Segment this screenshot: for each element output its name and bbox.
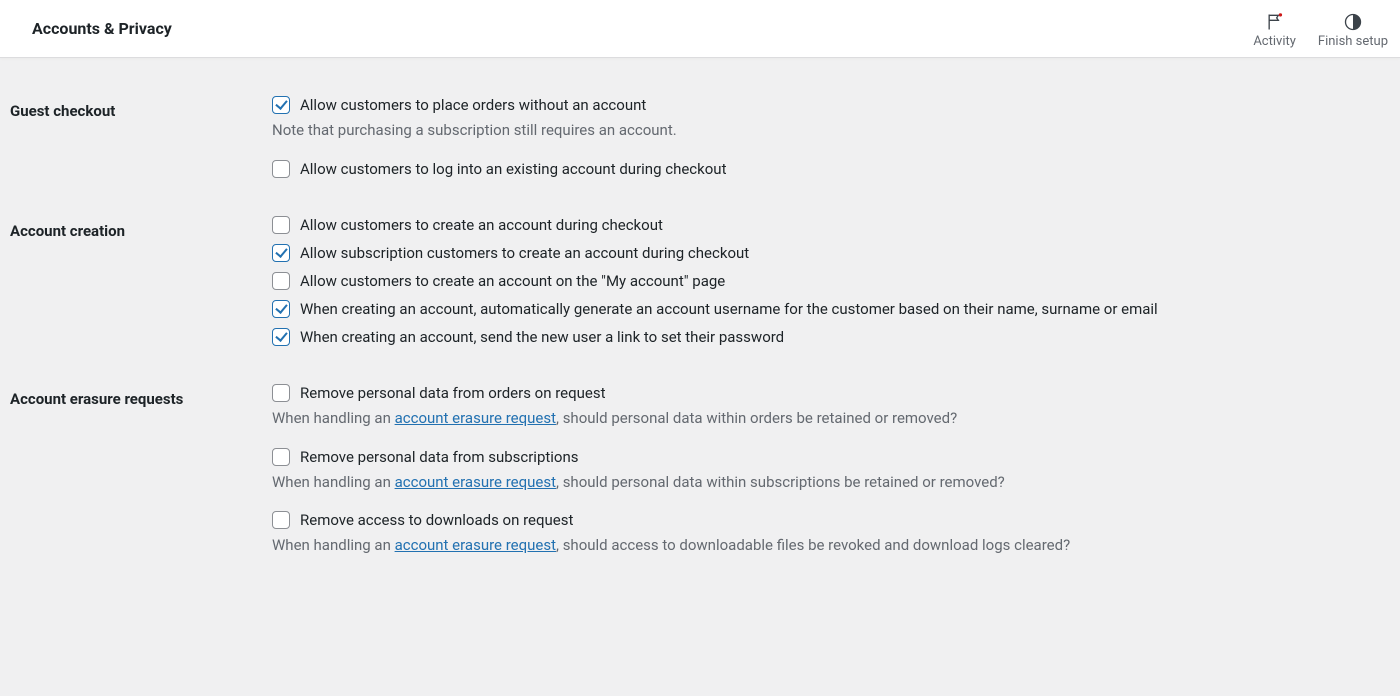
field-create-on-my-account: Allow customers to create an account on … bbox=[272, 272, 1368, 290]
field-allow-no-account: Allow customers to place orders without … bbox=[272, 96, 1368, 142]
checkbox-label[interactable]: When creating an account, automatically … bbox=[300, 300, 1158, 318]
section-title: Account creation bbox=[10, 216, 272, 240]
checkbox-label[interactable]: Remove personal data from subscriptions bbox=[300, 448, 579, 466]
erasure-request-link[interactable]: account erasure request bbox=[395, 536, 556, 554]
checkbox-remove-orders[interactable] bbox=[272, 384, 290, 402]
contrast-circle-icon bbox=[1343, 12, 1363, 32]
checkbox-allow-login-checkout[interactable] bbox=[272, 160, 290, 178]
topbar-actions: Activity Finish setup bbox=[1253, 8, 1388, 49]
checkbox-label[interactable]: When creating an account, send the new u… bbox=[300, 328, 784, 346]
checkbox-label[interactable]: Allow subscription customers to create a… bbox=[300, 244, 749, 262]
section-guest-checkout: Guest checkout Allow customers to place … bbox=[10, 68, 1368, 188]
finish-setup-label: Finish setup bbox=[1318, 34, 1388, 49]
field-allow-login-checkout: Allow customers to log into an existing … bbox=[272, 160, 1368, 178]
page-title: Accounts & Privacy bbox=[32, 19, 172, 38]
checkbox-remove-subs[interactable] bbox=[272, 448, 290, 466]
checkbox-label[interactable]: Allow customers to log into an existing … bbox=[300, 160, 726, 178]
field-create-during-checkout: Allow customers to create an account dur… bbox=[272, 216, 1368, 234]
activity-label: Activity bbox=[1253, 34, 1296, 49]
field-description: When handling an account erasure request… bbox=[272, 472, 1368, 494]
checkbox-auto-username[interactable] bbox=[272, 300, 290, 318]
checkbox-label[interactable]: Allow customers to place orders without … bbox=[300, 96, 646, 114]
field-description: When handling an account erasure request… bbox=[272, 408, 1368, 430]
flag-icon bbox=[1265, 12, 1285, 32]
checkbox-label[interactable]: Allow customers to create an account on … bbox=[300, 272, 725, 290]
section-account-creation: Account creation Allow customers to crea… bbox=[10, 188, 1368, 356]
checkbox-label[interactable]: Remove access to downloads on request bbox=[300, 511, 573, 529]
erasure-request-link[interactable]: account erasure request bbox=[395, 409, 556, 427]
checkbox-create-on-my-account[interactable] bbox=[272, 272, 290, 290]
field-remove-subs: Remove personal data from subscriptions … bbox=[272, 448, 1368, 494]
erasure-request-link[interactable]: account erasure request bbox=[395, 473, 556, 491]
checkbox-remove-downloads[interactable] bbox=[272, 511, 290, 529]
section-account-erasure: Account erasure requests Remove personal… bbox=[10, 356, 1368, 575]
checkbox-create-during-checkout[interactable] bbox=[272, 216, 290, 234]
activity-button[interactable]: Activity bbox=[1253, 12, 1296, 49]
field-note: Note that purchasing a subscription stil… bbox=[272, 120, 1368, 142]
checkbox-label[interactable]: Remove personal data from orders on requ… bbox=[300, 384, 606, 402]
settings-form: Guest checkout Allow customers to place … bbox=[0, 58, 1400, 615]
field-remove-downloads: Remove access to downloads on request Wh… bbox=[272, 511, 1368, 557]
field-description: When handling an account erasure request… bbox=[272, 535, 1368, 557]
checkbox-label[interactable]: Allow customers to create an account dur… bbox=[300, 216, 663, 234]
section-title: Account erasure requests bbox=[10, 384, 272, 408]
checkbox-allow-no-account[interactable] bbox=[272, 96, 290, 114]
field-sub-create-during-checkout: Allow subscription customers to create a… bbox=[272, 244, 1368, 262]
section-title: Guest checkout bbox=[10, 96, 272, 120]
finish-setup-button[interactable]: Finish setup bbox=[1318, 12, 1388, 49]
topbar: Accounts & Privacy Activity Finish setup bbox=[0, 0, 1400, 58]
field-send-password-link: When creating an account, send the new u… bbox=[272, 328, 1368, 346]
field-auto-username: When creating an account, automatically … bbox=[272, 300, 1368, 318]
checkbox-send-password-link[interactable] bbox=[272, 328, 290, 346]
checkbox-sub-create-during-checkout[interactable] bbox=[272, 244, 290, 262]
field-remove-orders: Remove personal data from orders on requ… bbox=[272, 384, 1368, 430]
